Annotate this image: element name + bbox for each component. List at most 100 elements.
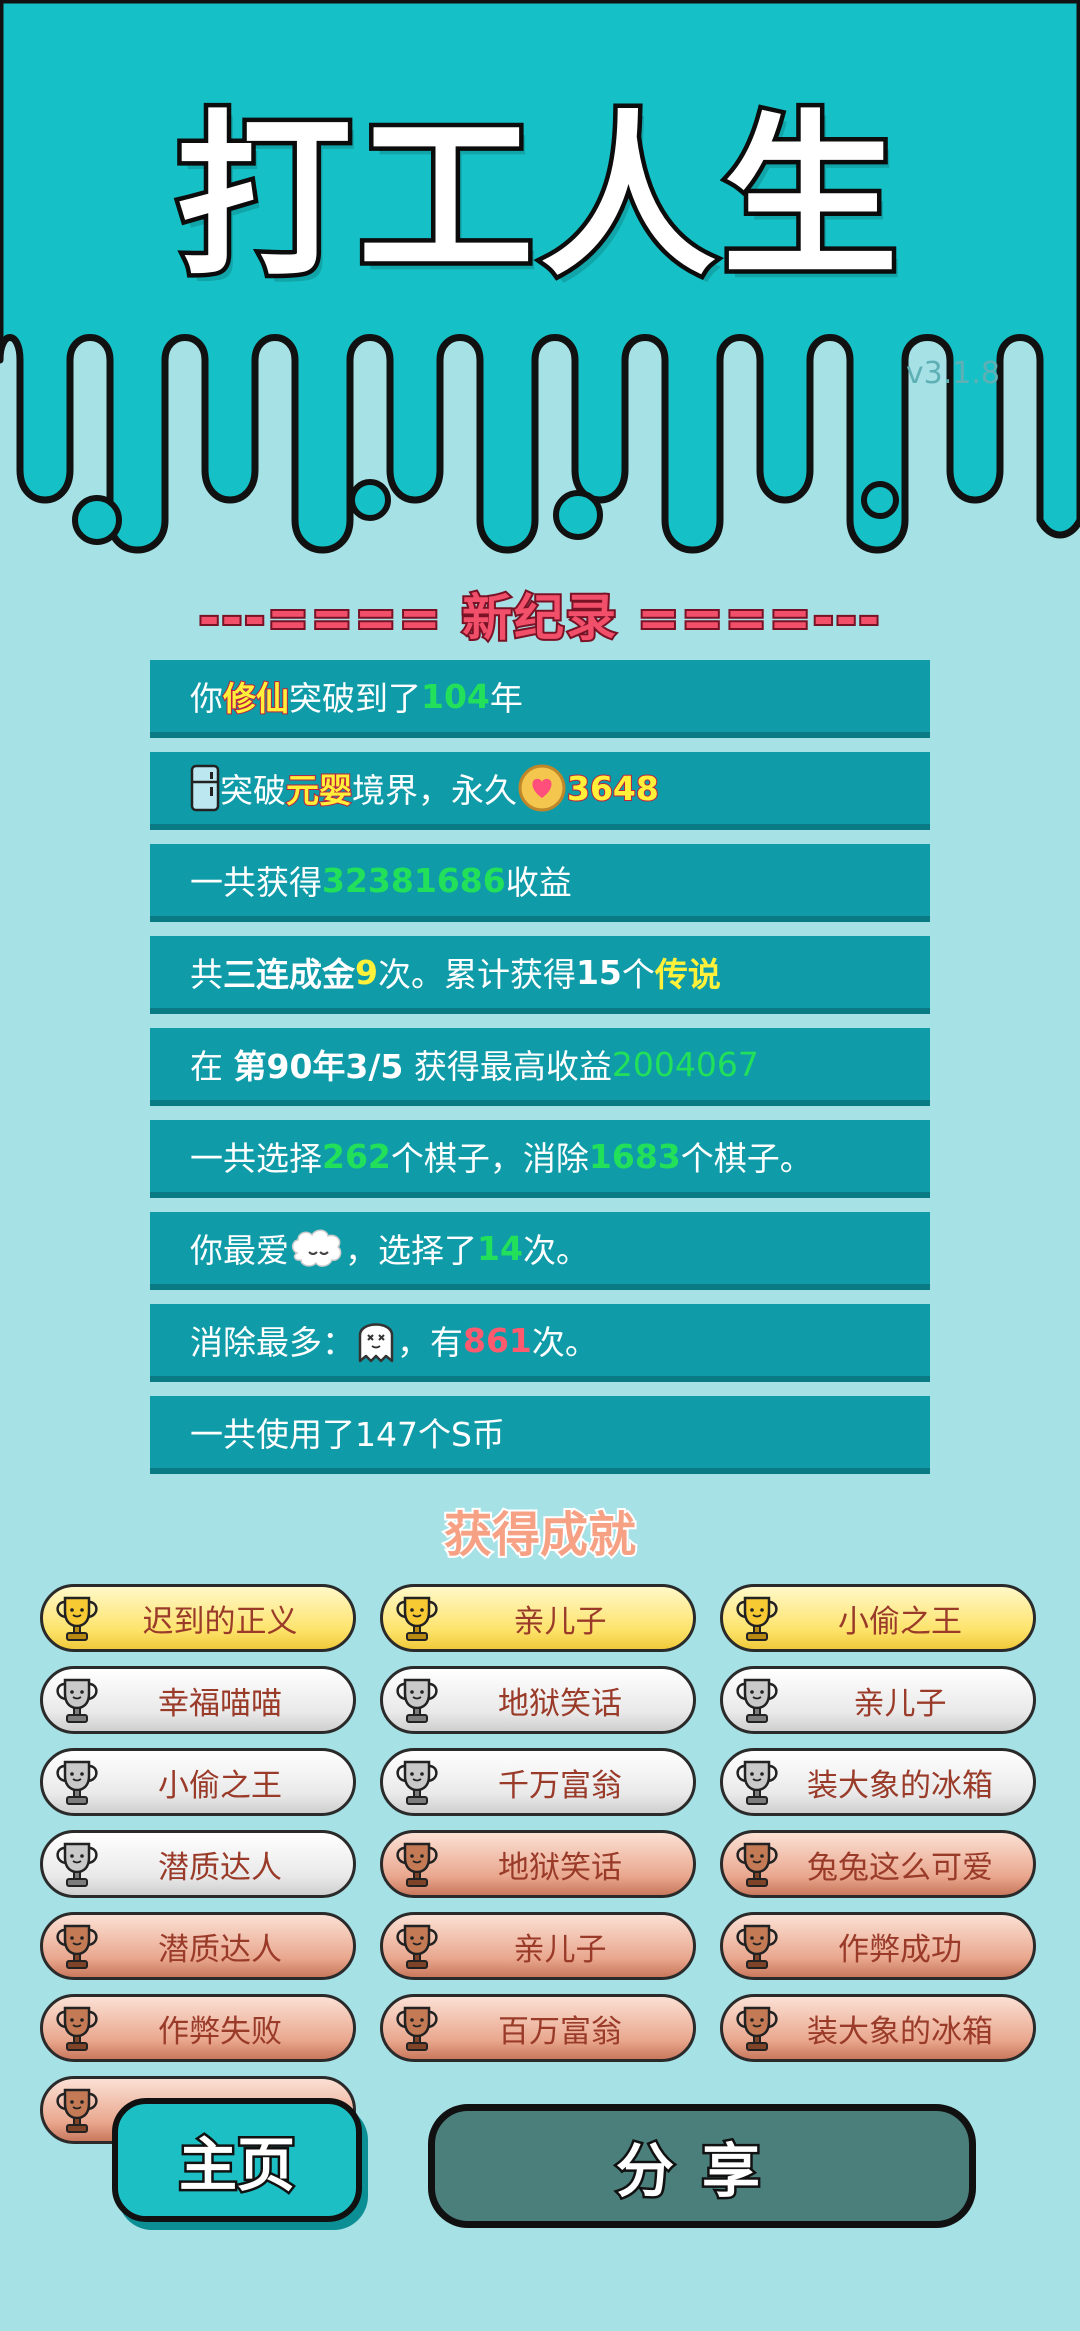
stat-text: 在 (190, 1047, 234, 1086)
achievement-badge: 作弊失败 (40, 1994, 356, 2062)
achievement-label: 小偷之王 (838, 1603, 962, 1640)
stat-row-realm: 突破 元婴 境界，永久 3648 (150, 752, 930, 830)
share-button[interactable]: 分享 (428, 2104, 976, 2228)
ghost-icon (358, 1323, 394, 1363)
achievements-title: 获得成就 (442, 1505, 638, 1565)
achievement-label: 兔兔这么可爱 (807, 1849, 993, 1886)
achievement-label: 地狱笑话 (498, 1685, 622, 1722)
stat-text: 境界，永久 (352, 771, 517, 810)
trophy-icon (396, 2006, 438, 2051)
achievement-badge: 小偷之王 (720, 1584, 1036, 1652)
achievement-label: 装大象的冰箱 (807, 1767, 993, 1804)
achievement-label: 亲儿子 (513, 1603, 607, 1640)
stat-text: 消除最多： (190, 1323, 355, 1362)
achievement-label: 幸福喵喵 (158, 1685, 282, 1722)
stat-text: 收益 (505, 863, 572, 902)
stat-text: 年 (489, 679, 523, 718)
trophy-icon (396, 1678, 438, 1723)
home-button[interactable]: 主页 (112, 2098, 362, 2222)
stat-text: 个棋子，消除 (390, 1139, 589, 1178)
stat-text: 突破 (220, 771, 286, 810)
stat-number: 861 (463, 1320, 532, 1360)
trophy-icon (736, 1596, 778, 1641)
achievement-badge: 迟到的正义 (40, 1584, 356, 1652)
heart-coin-icon (518, 764, 566, 812)
stat-text: 个棋子。 (680, 1139, 813, 1178)
achievement-badge: 小偷之王 (40, 1748, 356, 1816)
achievement-label: 小偷之王 (158, 1767, 282, 1804)
achievement-label: 地狱笑话 (498, 1849, 622, 1886)
achievement-badge: 潜质达人 (40, 1912, 356, 1980)
stat-row-triple: 共三连成金 9 次。累计获得 15 个传说 (150, 936, 930, 1014)
stat-text: 次。 (522, 1231, 589, 1270)
new-record-title: ---==== 新纪录 ====--- (197, 587, 882, 649)
achievement-label: 百万富翁 (498, 2013, 622, 2050)
stat-text: ，有 (397, 1323, 463, 1362)
achievement-badge: 地狱笑话 (380, 1666, 696, 1734)
stat-number: 2004067 (611, 1044, 759, 1084)
achievement-badge: 幸福喵喵 (40, 1666, 356, 1734)
stat-text: 共 (190, 955, 223, 994)
trophy-icon (56, 1760, 98, 1805)
achievement-label: 千万富翁 (498, 1767, 622, 1804)
stat-text: 一共选择 (190, 1139, 322, 1178)
trophy-icon (736, 1678, 778, 1723)
stat-number: 1683 (588, 1136, 681, 1176)
stat-text: 一共获得 (190, 863, 322, 902)
trophy-icon (736, 2006, 778, 2051)
stats-list: 你修仙 突破到了 104 年 突破 元婴 境界，永久 3648 一共获得 32381686 收… (150, 660, 930, 1488)
stat-text: ，选择了 (345, 1231, 477, 1270)
trophy-icon (56, 1678, 98, 1723)
achievement-badge: 兔兔这么可爱 (720, 1830, 1036, 1898)
trophy-icon (396, 1842, 438, 1887)
trophy-icon (56, 1596, 98, 1641)
stat-row-cultivation: 你修仙 突破到了 104 年 (150, 660, 930, 738)
trophy-icon (736, 1842, 778, 1887)
achievement-label: 潜质达人 (158, 1849, 282, 1886)
stat-text: 获得最高收益 (403, 1047, 612, 1086)
achievement-label: 亲儿子 (513, 1931, 607, 1968)
stat-text: 一共使用了147个S币 (190, 1415, 505, 1454)
achievement-badge: 百万富翁 (380, 1994, 696, 2062)
stat-number: 14 (477, 1228, 523, 1268)
achievement-label: 装大象的冰箱 (807, 2013, 993, 2050)
stat-text: 次。累计获得 (377, 955, 576, 994)
stat-number: 3648 (566, 768, 660, 809)
sheep-icon (291, 1229, 342, 1267)
stat-row-coins: 一共使用了147个S币 (150, 1396, 930, 1474)
stat-number: 32381686 (322, 860, 506, 900)
trophy-icon (396, 1596, 438, 1641)
stat-number: 104 (421, 676, 490, 716)
stat-bold: 三连成金 (223, 955, 355, 994)
stat-row-total-income: 一共获得 32381686 收益 (150, 844, 930, 922)
stat-row-highest-income: 在 第90年3/5 获得最高收益 2004067 (150, 1028, 930, 1106)
achievement-badge: 装大象的冰箱 (720, 1748, 1036, 1816)
stat-text: 次。 (531, 1323, 598, 1362)
stat-text: 突破到了 (289, 679, 421, 718)
trophy-icon (56, 1842, 98, 1887)
achievement-badge: 亲儿子 (720, 1666, 1036, 1734)
achievement-label: 潜质达人 (158, 1931, 282, 1968)
stat-number: 9 (355, 952, 378, 992)
trophy-icon (736, 1760, 778, 1805)
stat-highlight: 传说 (654, 955, 721, 994)
trophy-icon (396, 1760, 438, 1805)
trophy-icon (56, 1924, 98, 1969)
achievement-badge: 潜质达人 (40, 1830, 356, 1898)
achievement-badge: 地狱笑话 (380, 1830, 696, 1898)
stat-text: 你最爱 (190, 1231, 289, 1270)
stat-row-pieces: 一共选择 262 个棋子，消除 1683 个棋子。 (150, 1120, 930, 1198)
trophy-icon (56, 2006, 98, 2051)
achievement-badge: 作弊成功 (720, 1912, 1036, 1980)
app-title: 打工人生 (171, 95, 904, 300)
stat-text: 个 (621, 955, 655, 994)
achievement-badge: 亲儿子 (380, 1584, 696, 1652)
stat-bold: 15 (575, 952, 622, 992)
version-label: v3.1.8 (905, 356, 1000, 391)
achievement-label: 亲儿子 (853, 1685, 947, 1722)
stat-number: 262 (322, 1136, 391, 1176)
trophy-icon (56, 2088, 98, 2133)
trophy-icon (396, 1924, 438, 1969)
stat-row-most-eliminated: 消除最多： ，有 861 次。 (150, 1304, 930, 1382)
stat-highlight: 修仙 (222, 678, 290, 719)
